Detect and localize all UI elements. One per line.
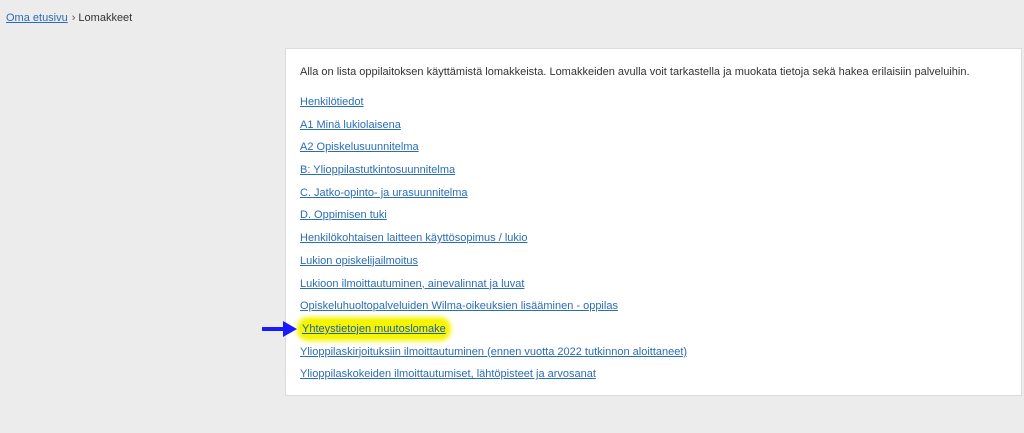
form-link-a2-opiskelusuunnitelma[interactable]: A2 Opiskelusuunnitelma [300, 141, 419, 153]
form-link-d-oppimisen-tuki[interactable]: D. Oppimisen tuki [300, 209, 387, 221]
form-list-item: B: Ylioppilastutkintosuunnitelma [300, 163, 687, 186]
form-link-c-jatko-opinto-ja-urasuunnitelma[interactable]: C. Jatko-opinto- ja urasuunnitelma [300, 187, 468, 199]
form-list-item: Opiskeluhuoltopalveluiden Wilma-oikeuksi… [300, 299, 687, 322]
forms-intro-text: Alla on lista oppilaitoksen käyttämistä … [300, 66, 970, 78]
forms-panel: Alla on lista oppilaitoksen käyttämistä … [285, 48, 1022, 396]
forms-link-list: Henkilötiedot A1 Minä lukiolaisena A2 Op… [300, 95, 687, 390]
form-link-ylioppilaskokeiden-ilmoittautumiset[interactable]: Ylioppilaskokeiden ilmoittautumiset, läh… [300, 368, 596, 380]
form-list-item: A2 Opiskelusuunnitelma [300, 140, 687, 163]
form-list-item: Ylioppilaskirjoituksiin ilmoittautuminen… [300, 345, 687, 368]
form-link-lukion-opiskelijailmoitus[interactable]: Lukion opiskelijailmoitus [300, 255, 418, 267]
form-link-yhteystietojen-muutoslomake[interactable]: Yhteystietojen muutoslomake [300, 319, 448, 338]
form-link-lukioon-ilmoittautuminen[interactable]: Lukioon ilmoittautuminen, ainevalinnat j… [300, 278, 524, 290]
form-list-item: Henkilötiedot [300, 95, 687, 118]
breadcrumb: Oma etusivu › Lomakkeet [6, 12, 132, 24]
breadcrumb-separator: › [71, 12, 76, 24]
form-link-henkilotiedot[interactable]: Henkilötiedot [300, 96, 364, 108]
form-list-item: D. Oppimisen tuki [300, 208, 687, 231]
form-list-item: Lukion opiskelijailmoitus [300, 254, 687, 277]
form-list-item: Henkilökohtaisen laitteen käyttösopimus … [300, 231, 687, 254]
form-list-item: C. Jatko-opinto- ja urasuunnitelma [300, 186, 687, 209]
breadcrumb-current: Lomakkeet [78, 12, 133, 24]
form-link-b-ylioppilastutkintosuunnitelma[interactable]: B: Ylioppilastutkintosuunnitelma [300, 164, 455, 176]
breadcrumb-home-link[interactable]: Oma etusivu [6, 12, 68, 24]
form-link-opiskeluhuolto-wilma-oikeudet[interactable]: Opiskeluhuoltopalveluiden Wilma-oikeuksi… [300, 300, 618, 312]
form-list-item-highlighted: Yhteystietojen muutoslomake [300, 319, 687, 345]
form-link-a1-mina-lukiolaisena[interactable]: A1 Minä lukiolaisena [300, 119, 401, 131]
form-list-item: A1 Minä lukiolaisena [300, 118, 687, 141]
form-list-item: Lukioon ilmoittautuminen, ainevalinnat j… [300, 277, 687, 300]
form-link-ylioppilaskirjoituksiin-ilmoittautuminen[interactable]: Ylioppilaskirjoituksiin ilmoittautuminen… [300, 346, 687, 358]
form-link-laitteen-kayttosopimus[interactable]: Henkilökohtaisen laitteen käyttösopimus … [300, 232, 527, 244]
arrow-right-icon [262, 321, 297, 337]
form-list-item: Ylioppilaskokeiden ilmoittautumiset, läh… [300, 367, 687, 390]
